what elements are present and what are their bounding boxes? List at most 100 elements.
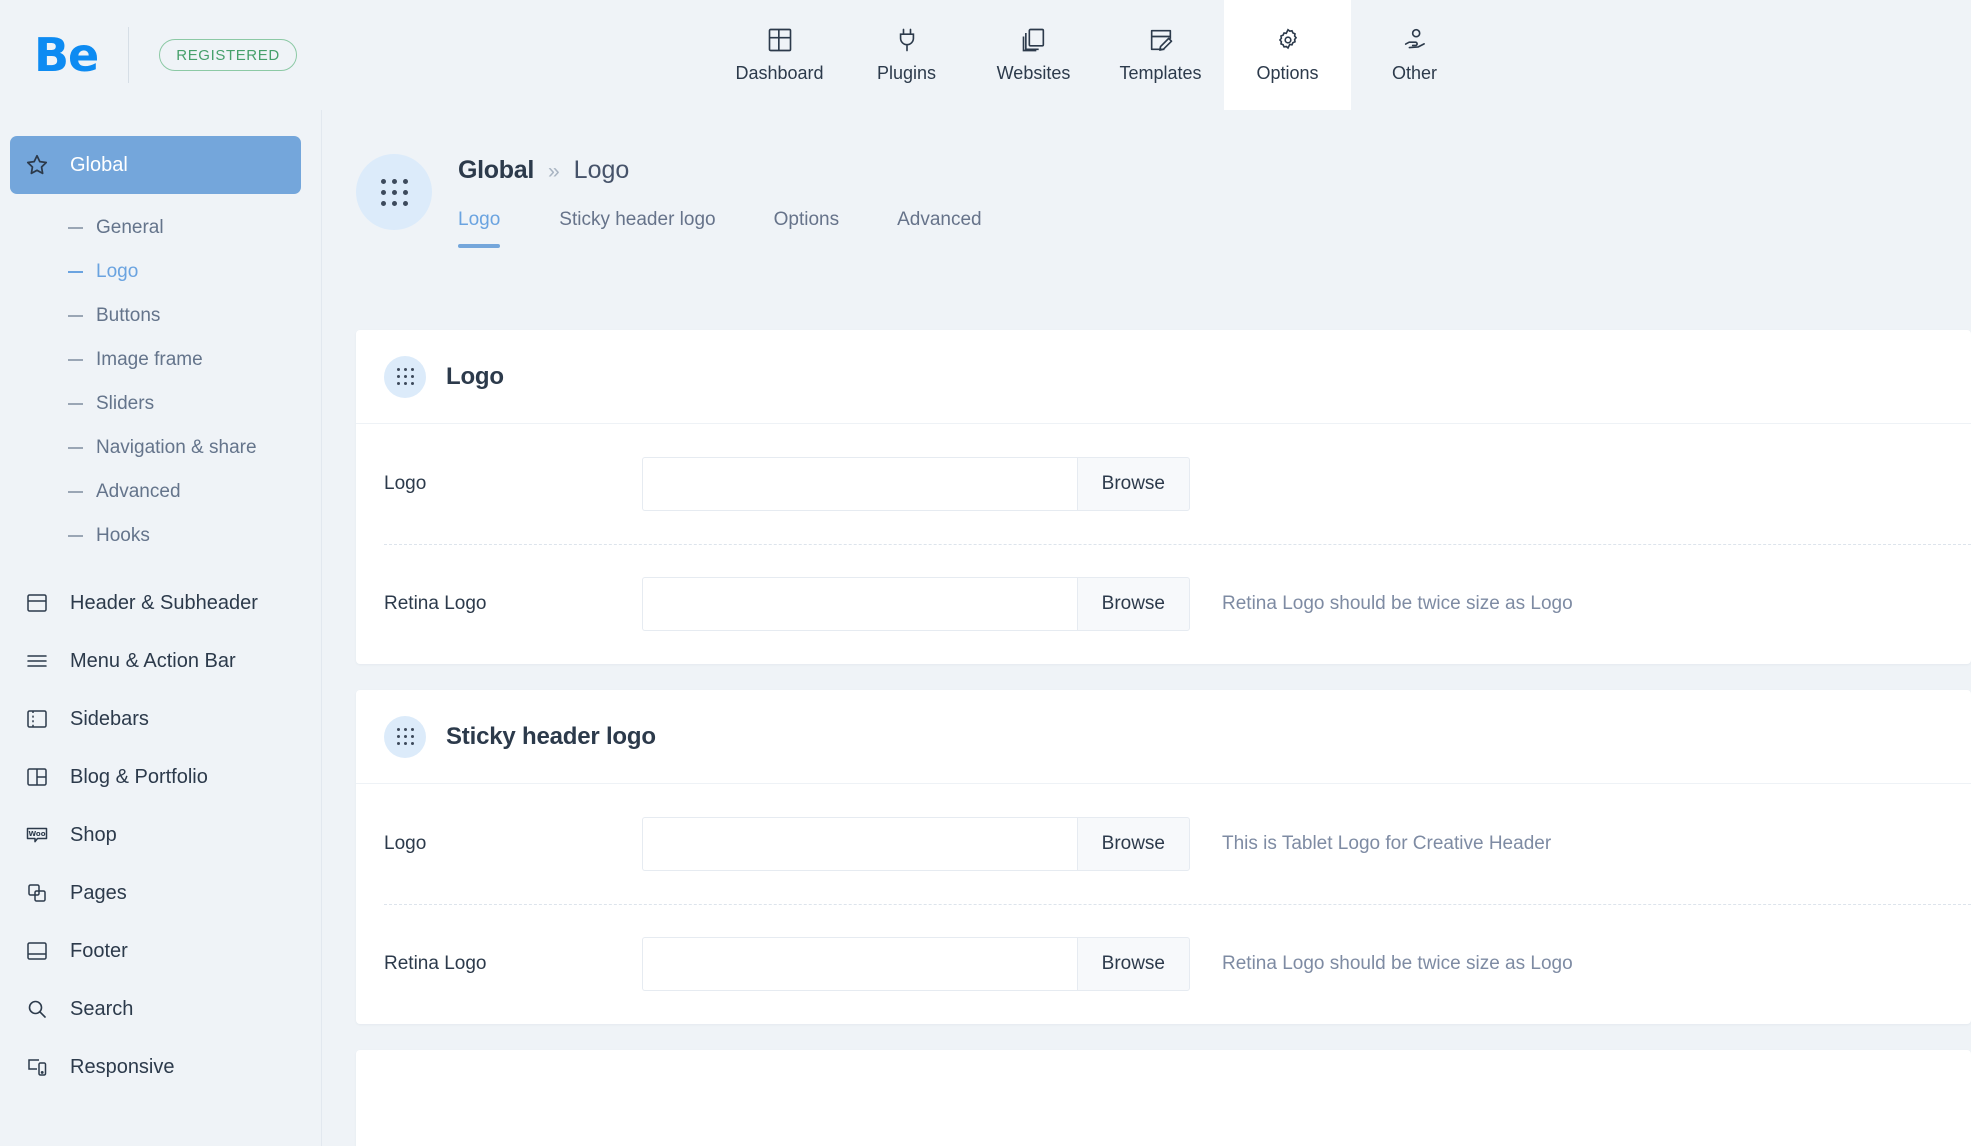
- breadcrumb-root[interactable]: Global: [458, 156, 534, 185]
- sidebar-item-global[interactable]: Global: [10, 136, 301, 194]
- nav-tab-label: Dashboard: [735, 63, 824, 83]
- panel-header: Sticky header logo: [356, 690, 1971, 784]
- sidebar-subitem-navigation-share[interactable]: Navigation & share: [0, 426, 321, 470]
- sidebar-subitem-label: Navigation & share: [96, 437, 257, 458]
- dashboard-grid-icon: [766, 26, 794, 54]
- sidebar-item-blog-portfolio[interactable]: Blog & Portfolio: [10, 748, 301, 806]
- browse-button[interactable]: Browse: [1076, 937, 1190, 991]
- tab-advanced[interactable]: Advanced: [868, 209, 1011, 248]
- section-tabs: Logo Sticky header logo Options Advanced: [458, 209, 1011, 248]
- edit-document-icon: [1147, 26, 1175, 54]
- main-nav: Dashboard Plugins Websites Templates Opt…: [716, 0, 1478, 110]
- dash-icon: [68, 403, 83, 405]
- dash-icon: [68, 315, 83, 317]
- nav-tab-plugins[interactable]: Plugins: [843, 0, 970, 110]
- nav-tab-websites[interactable]: Websites: [970, 0, 1097, 110]
- upload-control: Browse: [642, 457, 1190, 511]
- nav-tab-templates[interactable]: Templates: [1097, 0, 1224, 110]
- sidebar-item-shop[interactable]: Woo Shop: [10, 806, 301, 864]
- field-row-sticky-logo: Logo Browse This is Tablet Logo for Crea…: [356, 784, 1971, 904]
- nav-tab-label: Websites: [996, 63, 1071, 83]
- sidebar-item-footer[interactable]: Footer: [10, 922, 301, 980]
- sidebar-item-label: Blog & Portfolio: [70, 765, 208, 788]
- panel-logo: Logo Logo Browse Retina Logo Browse Reti…: [356, 330, 1971, 664]
- sidebar-layout-icon: [24, 706, 50, 732]
- panel-sticky-header-logo: Sticky header logo Logo Browse This is T…: [356, 690, 1971, 1024]
- nav-tab-label: Plugins: [876, 63, 937, 83]
- gear-icon: [1274, 26, 1302, 54]
- sticky-logo-path-input[interactable]: [642, 817, 1077, 871]
- brand-divider: [128, 27, 130, 83]
- sidebar-item-label: Sidebars: [70, 707, 149, 730]
- field-label: Logo: [384, 473, 427, 494]
- field-hint: Retina Logo should be twice size as Logo: [1222, 593, 1573, 614]
- tab-options[interactable]: Options: [745, 209, 868, 248]
- dash-icon: [68, 535, 83, 537]
- main-content: Global » Logo Logo Sticky header logo Op…: [322, 110, 1971, 1146]
- sidebar-subitem-advanced[interactable]: Advanced: [0, 470, 321, 514]
- dash-icon: [68, 447, 83, 449]
- dash-icon: [68, 359, 83, 361]
- sidebar-item-search[interactable]: Search: [10, 980, 301, 1038]
- browse-button[interactable]: Browse: [1076, 577, 1190, 631]
- panel-title: Logo: [446, 362, 504, 390]
- browse-button[interactable]: Browse: [1076, 457, 1190, 511]
- field-hint: This is Tablet Logo for Creative Header: [1222, 833, 1552, 854]
- brand-area: Be REGISTERED: [0, 0, 297, 110]
- page-header: Global » Logo Logo Sticky header logo Op…: [322, 110, 1971, 248]
- sidebar-subitem-sliders[interactable]: Sliders: [0, 382, 321, 426]
- nav-tab-other[interactable]: Other: [1351, 0, 1478, 110]
- field-label: Retina Logo: [384, 953, 487, 974]
- search-icon: [24, 996, 50, 1022]
- tab-logo[interactable]: Logo: [458, 209, 530, 248]
- sidebar-item-sidebars[interactable]: Sidebars: [10, 690, 301, 748]
- panel-title: Sticky header logo: [446, 722, 656, 750]
- dash-icon: [68, 271, 83, 273]
- sidebar-item-pages[interactable]: Pages: [10, 864, 301, 922]
- nav-tab-dashboard[interactable]: Dashboard: [716, 0, 843, 110]
- sidebar-item-label: Global: [70, 153, 128, 176]
- sidebar-subitem-label: Image frame: [96, 349, 203, 370]
- upload-control: Browse: [642, 937, 1190, 991]
- breadcrumb-current: Logo: [573, 156, 630, 184]
- sticky-retina-logo-path-input[interactable]: [642, 937, 1077, 991]
- tab-sticky-header-logo[interactable]: Sticky header logo: [530, 209, 744, 248]
- browse-button[interactable]: Browse: [1076, 817, 1190, 871]
- breadcrumb-separator-icon: »: [547, 160, 560, 183]
- sidebar-subitem-logo[interactable]: Logo: [0, 250, 321, 294]
- nav-tab-label: Other: [1391, 63, 1438, 83]
- sidebar-item-menu-action-bar[interactable]: Menu & Action Bar: [10, 632, 301, 690]
- panel-grip-icon[interactable]: [384, 715, 426, 758]
- sidebar-subitem-label: Buttons: [96, 305, 161, 326]
- svg-text:Woo: Woo: [28, 830, 45, 838]
- copy-pages-icon: [1020, 26, 1048, 54]
- sidebar-item-label: Header & Subheader: [70, 591, 258, 614]
- be-logo[interactable]: Be: [34, 32, 99, 78]
- upload-control: Browse: [642, 577, 1190, 631]
- sidebar-subitem-label: Hooks: [96, 525, 150, 546]
- sidebar-item-label: Shop: [70, 823, 117, 846]
- sidebar-subitem-hooks[interactable]: Hooks: [0, 514, 321, 558]
- retina-logo-path-input[interactable]: [642, 577, 1077, 631]
- sidebar-item-label: Menu & Action Bar: [70, 649, 236, 672]
- upload-control: Browse: [642, 817, 1190, 871]
- star-icon: [24, 152, 50, 178]
- sidebar-subitem-buttons[interactable]: Buttons: [0, 294, 321, 338]
- logo-path-input[interactable]: [642, 457, 1077, 511]
- plug-icon: [893, 26, 921, 54]
- responsive-devices-icon: [24, 1054, 50, 1080]
- options-sidebar: Global General Logo Buttons Image frame …: [0, 110, 322, 1146]
- sidebar-subitem-general[interactable]: General: [0, 206, 321, 250]
- sidebar-item-header-subheader[interactable]: Header & Subheader: [10, 574, 301, 632]
- hamburger-menu-icon: [24, 648, 50, 674]
- panel-grip-icon[interactable]: [384, 355, 426, 398]
- sidebar-item-label: Responsive: [70, 1055, 175, 1078]
- license-status-badge: REGISTERED: [159, 39, 297, 71]
- sidebar-subitem-image-frame[interactable]: Image frame: [0, 338, 321, 382]
- field-row-retina-logo: Retina Logo Browse Retina Logo should be…: [356, 544, 1971, 664]
- sidebar-subitem-label: Sliders: [96, 393, 155, 414]
- nav-tab-options[interactable]: Options: [1224, 0, 1351, 110]
- sidebar-global-subitems: General Logo Buttons Image frame Sliders…: [0, 206, 321, 558]
- sidebar-item-responsive[interactable]: Responsive: [10, 1038, 301, 1096]
- field-label: Retina Logo: [384, 593, 487, 614]
